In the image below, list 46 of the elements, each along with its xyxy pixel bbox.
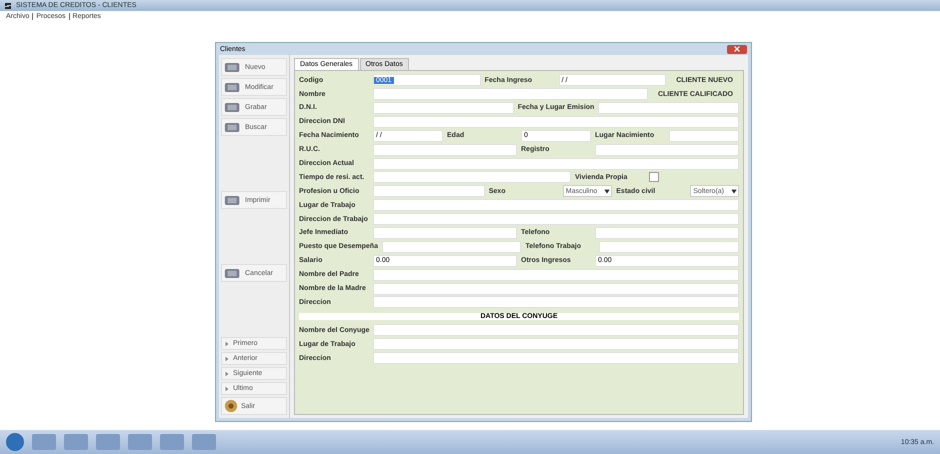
- taskbar-icon[interactable]: [128, 434, 152, 450]
- input-field[interactable]: [382, 240, 522, 253]
- input-field[interactable]: [595, 144, 739, 156]
- input-field[interactable]: [669, 130, 739, 142]
- toolbar-icon: [224, 120, 242, 134]
- input-field[interactable]: [373, 116, 739, 128]
- toolbar-icon: [224, 100, 242, 114]
- arrow-icon: [224, 356, 230, 362]
- taskbar-icon[interactable]: [160, 434, 184, 450]
- input-field[interactable]: [373, 296, 739, 308]
- toolbar-icon: [224, 80, 242, 94]
- input-field[interactable]: [599, 240, 739, 253]
- toolbar-icon: [224, 266, 242, 280]
- close-button[interactable]: [727, 44, 747, 54]
- input-field[interactable]: [373, 102, 514, 114]
- input-field[interactable]: [373, 268, 739, 281]
- input-field[interactable]: [373, 158, 739, 170]
- input-field[interactable]: [373, 88, 648, 100]
- input-field[interactable]: [595, 226, 739, 239]
- input-field[interactable]: [373, 324, 739, 336]
- input-field[interactable]: [373, 282, 739, 295]
- arrow-icon: [224, 386, 230, 392]
- caret-icon: [603, 187, 612, 196]
- taskbar-icon[interactable]: [64, 434, 88, 450]
- logo-icon: [4, 2, 12, 10]
- taskbar-icon[interactable]: [96, 434, 120, 450]
- disc-icon: [224, 399, 238, 413]
- arrow-icon: [224, 340, 230, 346]
- checkbox[interactable]: [649, 172, 659, 182]
- start-button[interactable]: [6, 433, 24, 451]
- input-field[interactable]: [598, 102, 740, 114]
- input-field[interactable]: [373, 185, 485, 198]
- input-field[interactable]: [373, 144, 517, 156]
- caret-icon: [730, 187, 738, 196]
- input-field[interactable]: [373, 226, 517, 239]
- close-icon: [733, 45, 741, 53]
- taskbar-icon[interactable]: [32, 434, 56, 450]
- arrow-icon: [224, 370, 230, 376]
- input-field[interactable]: [373, 213, 739, 226]
- input-field[interactable]: [373, 338, 739, 350]
- toolbar-icon: [224, 60, 242, 74]
- taskbar-icon[interactable]: [192, 434, 216, 450]
- input-field[interactable]: [373, 352, 739, 364]
- input-field[interactable]: [373, 171, 571, 184]
- input-field[interactable]: [373, 199, 739, 212]
- toolbar-icon: [224, 194, 242, 206]
